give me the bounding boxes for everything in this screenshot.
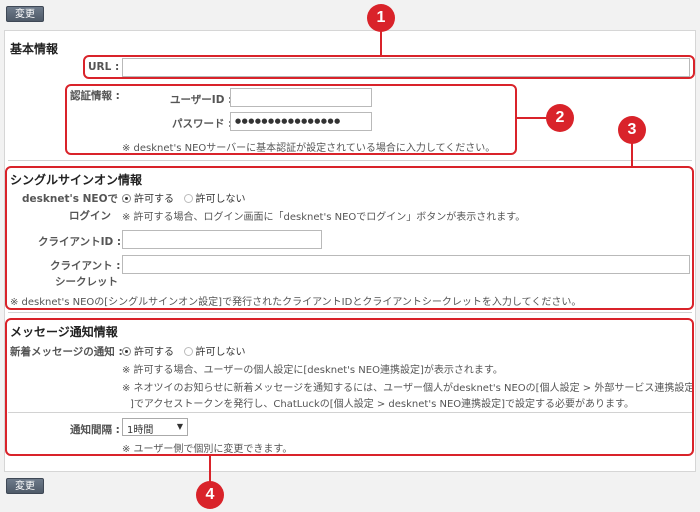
section-title-basic: 基本情報 xyxy=(10,42,59,56)
callout-line-1 xyxy=(380,28,382,55)
divider-1 xyxy=(8,160,692,161)
change-button-top[interactable]: 変更 xyxy=(6,6,44,22)
callout-badge-1: 1 xyxy=(367,4,395,32)
callout-badge-4: 4 xyxy=(196,481,224,509)
callout-box-1 xyxy=(83,55,695,79)
callout-box-4 xyxy=(5,318,694,456)
callout-line-3 xyxy=(631,142,633,166)
callout-badge-3: 3 xyxy=(618,116,646,144)
callout-box-3 xyxy=(5,166,694,310)
callout-box-2 xyxy=(65,84,517,155)
change-button-bottom[interactable]: 変更 xyxy=(6,478,44,494)
divider-2 xyxy=(8,312,692,313)
callout-line-4 xyxy=(209,456,211,482)
callout-line-2 xyxy=(517,117,547,119)
callout-badge-2: 2 xyxy=(546,104,574,132)
